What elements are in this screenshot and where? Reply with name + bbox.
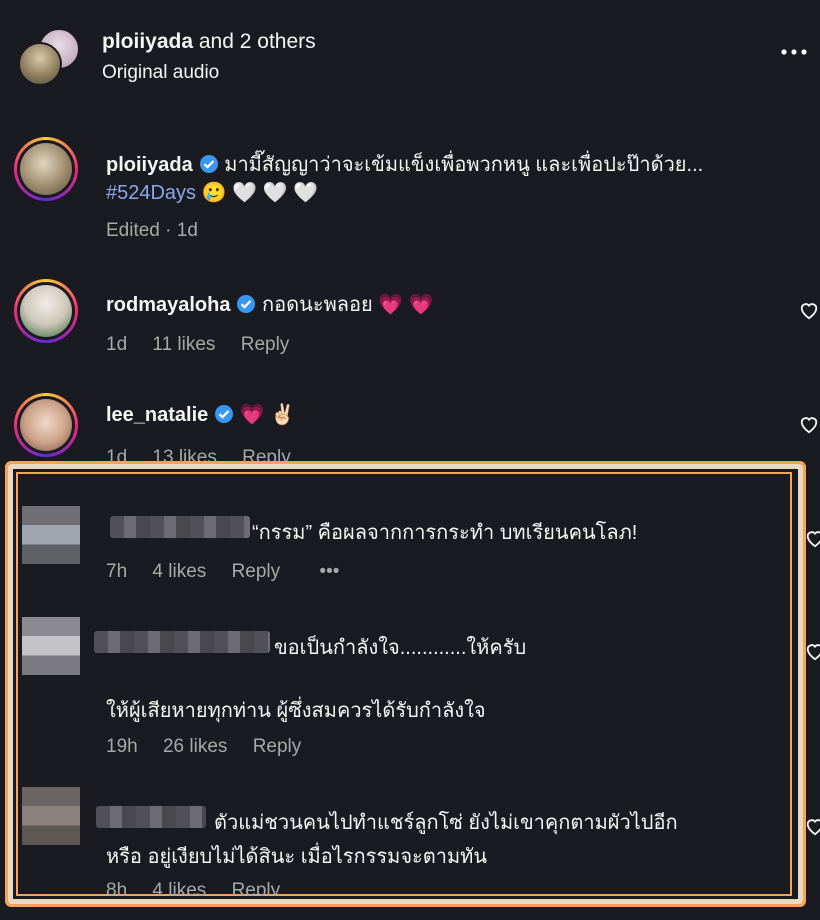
like-heart-icon[interactable] bbox=[798, 414, 820, 434]
verified-badge-icon bbox=[236, 294, 256, 314]
comment-meta: 8h 4 likes Reply bbox=[106, 880, 300, 896]
comment-likes[interactable]: 4 likes bbox=[152, 561, 206, 582]
header-title: ploiiyada and 2 others bbox=[102, 30, 316, 54]
comment-username[interactable]: lee_natalie bbox=[106, 404, 208, 426]
original-audio[interactable]: Original audio bbox=[102, 62, 219, 84]
hashtag-link[interactable]: #524Days bbox=[106, 182, 196, 204]
blurred-avatar[interactable] bbox=[22, 506, 80, 564]
comment-text: “กรรม” คือผลจากการกระทำ บทเรียนคนโลภ! bbox=[252, 522, 638, 544]
caption-meta: Edited · 1d bbox=[106, 220, 198, 241]
comment-meta: 19h 26 likes Reply bbox=[106, 736, 321, 758]
blurred-username[interactable] bbox=[110, 516, 250, 538]
comment-username[interactable]: rodmayaloha bbox=[106, 294, 230, 316]
comment-text: กอดนะพลอย 💗 💗 bbox=[262, 294, 434, 316]
blurred-username[interactable] bbox=[96, 806, 206, 828]
like-heart-icon[interactable] bbox=[804, 816, 820, 836]
more-horizontal-icon[interactable] bbox=[780, 42, 808, 62]
like-heart-icon[interactable] bbox=[804, 641, 820, 661]
blurred-avatar[interactable] bbox=[22, 617, 80, 675]
reply-button[interactable]: Reply bbox=[232, 880, 281, 896]
comment-time: 7h bbox=[106, 561, 128, 582]
comment-time: 1d bbox=[106, 334, 128, 355]
comment-text: 💗 ✌🏻 bbox=[239, 404, 296, 426]
verified-badge-icon bbox=[214, 404, 234, 424]
comment-line: lee_natalie 💗 ✌🏻 bbox=[106, 402, 295, 427]
first-avatar bbox=[18, 42, 62, 86]
like-heart-icon[interactable] bbox=[798, 300, 820, 320]
commenter-avatar[interactable] bbox=[14, 279, 78, 343]
comment-text: ตัวแม่ชวนคนไปทำแชร์ลูกโซ่ ยังไม่เขาคุกตา… bbox=[214, 812, 678, 834]
blurred-avatar[interactable] bbox=[22, 787, 80, 845]
header-and-others[interactable]: and 2 others bbox=[199, 30, 316, 53]
like-heart-icon[interactable] bbox=[804, 528, 820, 548]
comment-meta: 7h 4 likes Reply ••• bbox=[106, 561, 359, 583]
comment-text: ขอเป็นกำลังใจ............ให้ครับ bbox=[274, 637, 527, 659]
caption-line: ploiiyada มามี๊สัญญาว่าจะเข้มแข็งเพื่อพว… bbox=[106, 148, 796, 180]
author-avatar-stack[interactable] bbox=[18, 28, 80, 86]
caption-line-2: #524Days 🥲 🤍 🤍 🤍 bbox=[106, 180, 318, 205]
caption-username[interactable]: ploiiyada bbox=[106, 154, 193, 176]
comment-meta: 1d 11 likes Reply bbox=[106, 334, 309, 356]
comment-line: rodmayaloha กอดนะพลอย 💗 💗 bbox=[106, 288, 434, 320]
comment-likes[interactable]: 11 likes bbox=[152, 334, 215, 355]
comment-likes[interactable]: 4 likes bbox=[152, 880, 206, 896]
comment-text-line-2: ให้ผู้เสียหายทุกท่าน ผู้ซึ่งสมควรได้รับก… bbox=[106, 700, 486, 722]
caption-avatar[interactable] bbox=[14, 137, 78, 201]
commenter-avatar[interactable] bbox=[14, 393, 78, 457]
comment-time: 19h bbox=[106, 736, 138, 757]
reply-button[interactable]: Reply bbox=[232, 561, 281, 582]
reply-button[interactable]: Reply bbox=[253, 736, 302, 757]
header-author[interactable]: ploiiyada bbox=[102, 30, 193, 53]
caption-text: มามี๊สัญญาว่าจะเข้มแข็งเพื่อพวกหนู และเพ… bbox=[224, 154, 704, 176]
blurred-username[interactable] bbox=[94, 631, 270, 653]
caption-emojis: 🥲 🤍 🤍 🤍 bbox=[201, 182, 318, 204]
comment-time: 8h bbox=[106, 880, 128, 896]
verified-badge-icon bbox=[199, 154, 219, 174]
comment-likes[interactable]: 26 likes bbox=[163, 736, 227, 757]
reply-button[interactable]: Reply bbox=[241, 334, 290, 355]
comment-text-line-2: หรือ อยู่เงียบไม่ได้สินะ เมื่อไรกรรมจะตา… bbox=[106, 846, 488, 868]
comment-more-icon[interactable]: ••• bbox=[319, 561, 339, 582]
